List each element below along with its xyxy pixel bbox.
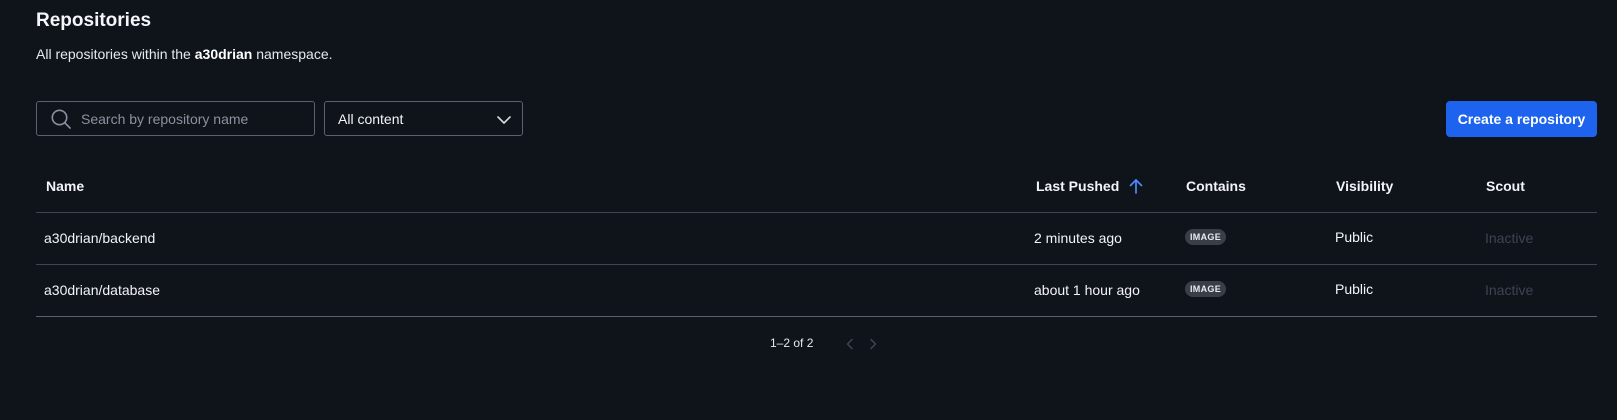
subtitle-prefix: All repositories within the — [36, 46, 195, 62]
repository-name-link[interactable]: a30drian/backend — [44, 230, 155, 246]
search-icon — [51, 109, 71, 129]
column-header-scout-label: Scout — [1486, 178, 1525, 194]
last-pushed-value: about 1 hour ago — [1034, 282, 1140, 298]
create-repository-button[interactable]: Create a repository — [1446, 101, 1597, 137]
page-subtitle: All repositories within the a30drian nam… — [36, 46, 333, 62]
namespace-name: a30drian — [194, 46, 253, 62]
pagination-label: 1–2 of 2 — [770, 336, 814, 350]
subtitle-suffix: namespace. — [252, 46, 333, 62]
column-header-last-pushed-label: Last Pushed — [1036, 178, 1120, 194]
column-header-visibility[interactable]: Visibility — [1336, 178, 1393, 194]
content-filter-value: All content — [338, 111, 404, 127]
next-page-button[interactable] — [866, 337, 880, 351]
table-row[interactable]: a30drian/database about 1 hour ago IMAGE… — [36, 265, 1597, 317]
chevron-left-icon — [846, 338, 853, 350]
column-header-visibility-label: Visibility — [1336, 178, 1394, 194]
visibility-value: Public — [1335, 281, 1374, 297]
scout-status: Inactive — [1485, 230, 1534, 246]
column-header-contains-label: Contains — [1186, 178, 1246, 194]
scout-status: Inactive — [1485, 282, 1534, 298]
contains-badge: IMAGE — [1185, 229, 1227, 245]
column-header-last-pushed[interactable]: Last Pushed — [1036, 178, 1143, 194]
column-header-name-label: Name — [46, 178, 85, 194]
chevron-down-icon — [497, 116, 511, 124]
column-header-name[interactable]: Name — [46, 178, 84, 194]
repository-name-link[interactable]: a30drian/database — [44, 282, 160, 298]
previous-page-button[interactable] — [843, 337, 857, 351]
contains-badge: IMAGE — [1185, 281, 1227, 297]
repositories-page: Repositories All repositories within the… — [0, 0, 1617, 420]
chevron-right-icon — [870, 338, 877, 350]
sort-ascending-icon — [1129, 178, 1143, 194]
table-row[interactable]: a30drian/backend 2 minutes ago IMAGE Pub… — [36, 213, 1597, 265]
last-pushed-value: 2 minutes ago — [1034, 230, 1122, 246]
search-box[interactable] — [36, 101, 315, 136]
visibility-value: Public — [1335, 229, 1374, 245]
column-header-contains[interactable]: Contains — [1186, 178, 1246, 194]
column-header-scout[interactable]: Scout — [1486, 178, 1525, 194]
content-filter-select[interactable]: All content — [324, 101, 523, 136]
repositories-table: Name Last Pushed Contains Visibility Sco… — [36, 166, 1597, 317]
page-title: Repositories — [36, 10, 152, 31]
table-header: Name Last Pushed Contains Visibility Sco… — [36, 166, 1597, 213]
search-input[interactable] — [81, 102, 306, 135]
